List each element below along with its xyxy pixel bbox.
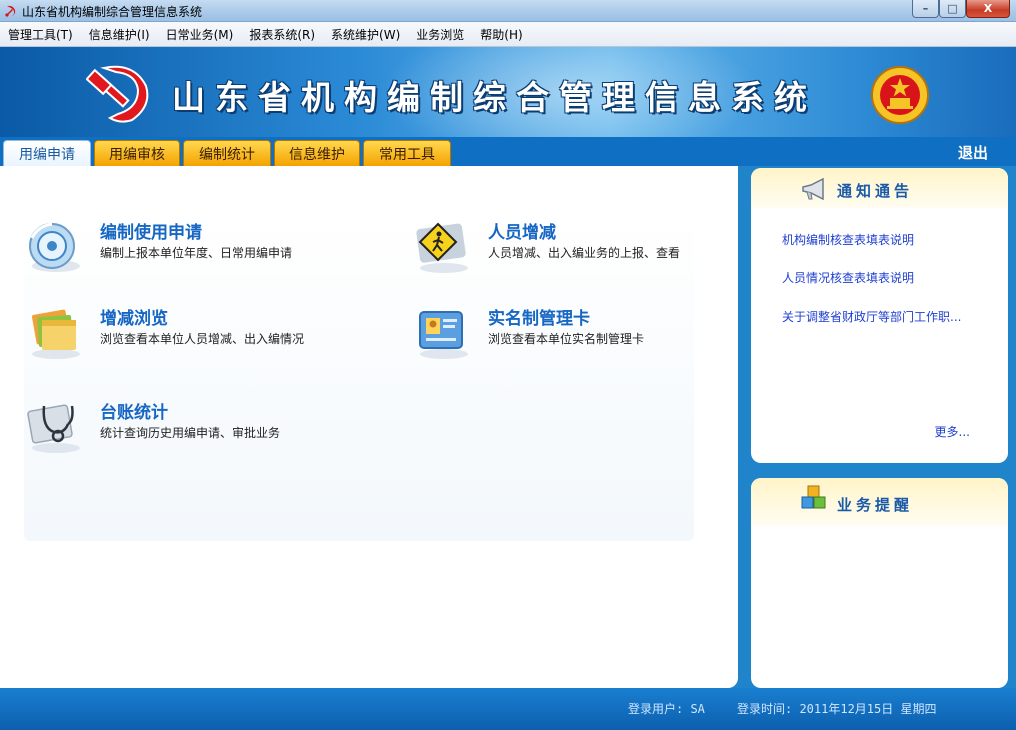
tab-staffing-statistics[interactable]: 编制统计 [183,140,271,166]
function-desc: 浏览查看本单位实名制管理卡 [488,332,645,346]
notice-item[interactable]: 机构编制核查表填表说明 [782,231,914,248]
main-panel: 编制使用申请 编制上报本单位年度、日常用编申请 人员增减 人员增减、出入编业务的… [0,166,738,688]
function-change-browse[interactable]: 增减浏览 浏览查看本单位人员增减、出入编情况 [24,304,354,364]
maximize-button[interactable]: □ [939,0,966,18]
pedestrian-sign-icon [416,222,468,273]
function-staffing-application[interactable]: 编制使用申请 编制上报本单位年度、日常用编申请 [24,218,354,278]
function-title: 台账统计 [100,403,168,423]
more-link[interactable]: 更多... [935,423,970,440]
app-icon [5,5,16,17]
logout-button[interactable]: 退出 [958,142,988,163]
tab-staffing-application[interactable]: 用编申请 [3,140,91,167]
reminder-title: 业务提醒 [837,496,914,514]
login-time: 登录时间: 2011年12月15日 星期四 [737,702,937,716]
function-title: 增减浏览 [100,309,168,329]
national-emblem-icon [871,66,929,124]
tab-common-tools[interactable]: 常用工具 [363,140,451,166]
banner-title: 山东省机构编制综合管理信息系统 [172,78,817,117]
menu-manage-tools[interactable]: 管理工具(T) [0,26,81,43]
notice-header: 通知通告 [751,168,1008,208]
menu-report-system[interactable]: 报表系统(R) [241,26,323,43]
function-desc: 浏览查看本单位人员增减、出入编情况 [100,332,305,346]
reminder-panel: 业务提醒 [751,478,1008,688]
window-title: 山东省机构编制综合管理信息系统 [22,5,203,19]
function-realname-card[interactable]: 实名制管理卡 浏览查看本单位实名制管理卡 [412,304,742,364]
menu-daily-business[interactable]: 日常业务(M) [158,26,242,43]
function-desc: 统计查询历史用编申请、审批业务 [100,426,281,440]
speaker-icon [802,177,824,201]
notice-title: 通知通告 [837,182,914,200]
minimize-button[interactable]: – [912,0,939,18]
status-bar: 登录用户: SA 登录时间: 2011年12月15日 星期四 [0,688,1016,730]
function-title: 人员增减 [488,223,556,243]
reminder-header: 业务提醒 [751,478,1008,526]
header-banner: 山东省机构编制综合管理信息系统 [0,47,1016,137]
menu-business-browse[interactable]: 业务浏览 [408,26,472,43]
function-title: 编制使用申请 [100,223,202,243]
id-card-icon [419,311,468,359]
tab-info-maintain[interactable]: 信息维护 [274,140,360,166]
function-title: 实名制管理卡 [488,309,590,329]
function-desc: 人员增减、出入编业务的上报、查看 [488,246,681,260]
function-desc: 编制上报本单位年度、日常用编申请 [100,246,293,260]
menu-info-maintain[interactable]: 信息维护(I) [81,26,158,43]
disc-icon [29,222,80,272]
hammer-sickle-icon [86,65,149,123]
notice-item[interactable]: 人员情况核查表填表说明 [782,269,914,286]
stethoscope-icon [27,404,80,453]
notice-item[interactable]: 关于调整省财政厅等部门工作职... [782,308,961,325]
menu-system-maintain[interactable]: 系统维护(W) [323,26,408,43]
tab-staffing-review[interactable]: 用编审核 [94,140,180,166]
title-bar: 山东省机构编制综合管理信息系统 – □ X [0,0,1016,22]
function-ledger-statistics[interactable]: 台账统计 统计查询历史用编申请、审批业务 [24,398,354,458]
login-user: 登录用户: SA [628,702,705,716]
folders-icon [31,309,80,359]
menu-bar: 管理工具(T) 信息维护(I) 日常业务(M) 报表系统(R) 系统维护(W) … [0,22,1016,47]
notice-panel: 通知通告 机构编制核查表填表说明 人员情况核查表填表说明 关于调整省财政厅等部门… [751,168,1008,463]
cubes-icon [801,485,826,509]
close-button[interactable]: X [966,0,1010,18]
menu-help[interactable]: 帮助(H) [472,26,530,43]
window-controls: – □ X [912,0,1010,18]
function-staff-change[interactable]: 人员增减 人员增减、出入编业务的上报、查看 [412,218,742,278]
tab-bar: 用编申请 用编审核 编制统计 信息维护 常用工具 退出 [0,137,1016,167]
